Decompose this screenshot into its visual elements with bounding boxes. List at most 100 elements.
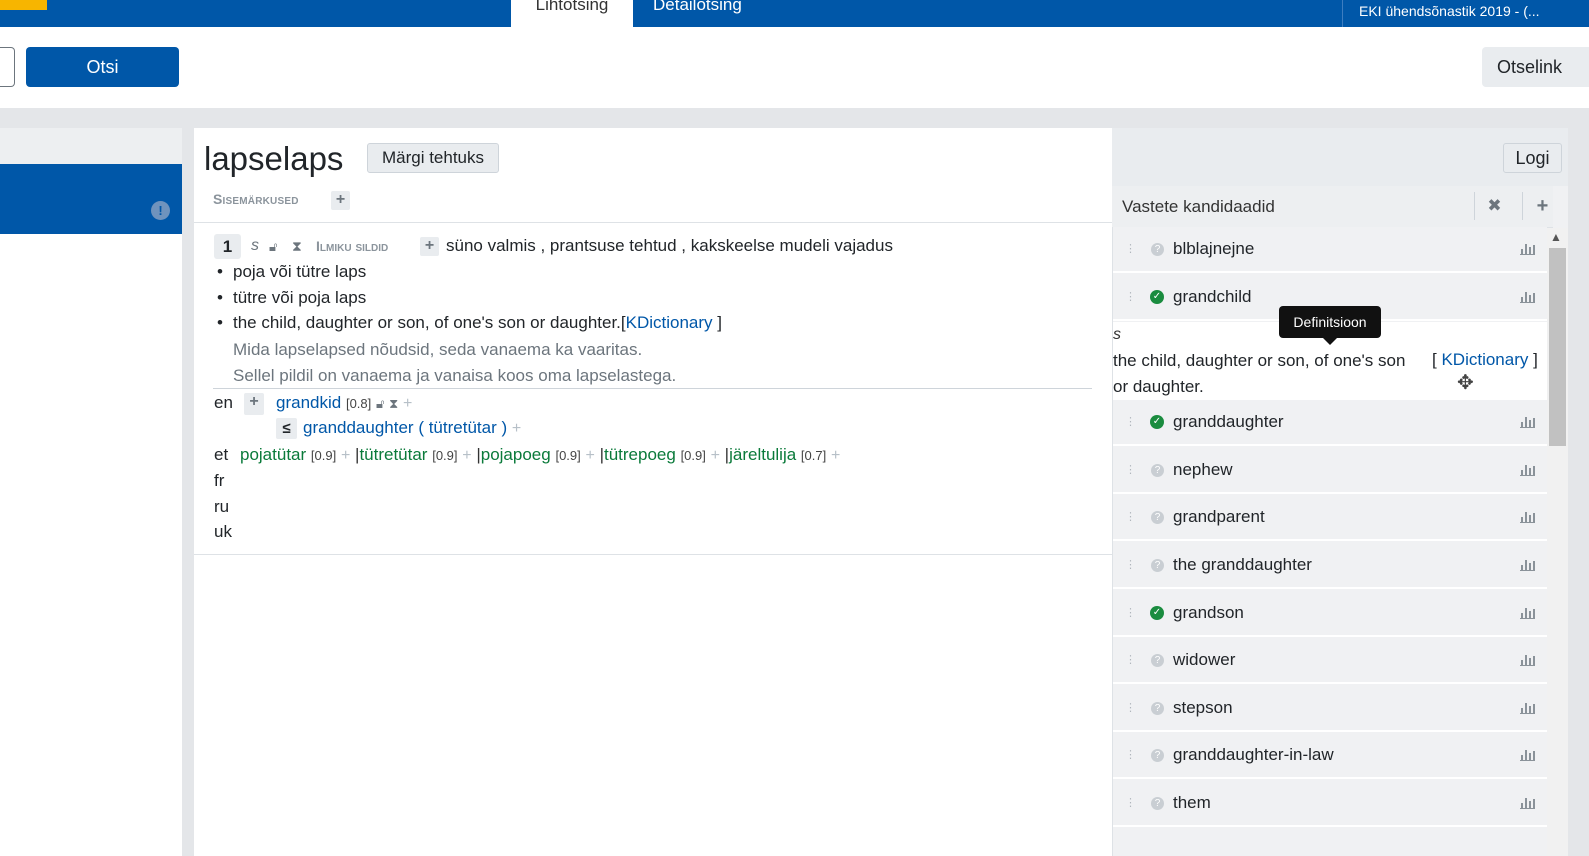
add-plus-icon[interactable]: + <box>711 447 720 464</box>
candidate-row[interactable]: ⋮? blblajnejne <box>1113 227 1547 273</box>
drag-handle-icon[interactable]: ⋮ <box>1125 463 1136 476</box>
lexeme-relation-icon: ≤ <box>276 418 297 439</box>
direct-link-button[interactable]: Otselink <box>1482 47 1589 87</box>
question-circle-icon: ? <box>1151 654 1164 667</box>
unlock-icon[interactable]: 🔓︎ <box>269 239 277 255</box>
candidate-definition: the child, daughter or son, of one's son… <box>1113 351 1406 396</box>
drag-handle-icon[interactable]: ⋮ <box>1125 510 1136 523</box>
synonym-weight: [0.8] <box>345 396 372 411</box>
check-circle-icon: ✓ <box>1150 415 1164 429</box>
candidate-word: the granddaughter <box>1173 555 1312 574</box>
bar-chart-icon[interactable] <box>1520 701 1535 714</box>
candidate-word: grandparent <box>1173 507 1265 526</box>
add-plus-icon[interactable]: + <box>403 395 412 412</box>
candidate-row[interactable]: ⋮ ✓ granddaughter <box>1113 400 1547 446</box>
synonym-weight: [0.9] <box>680 448 706 463</box>
scroll-up-arrow-icon[interactable]: ▲ <box>1550 230 1562 244</box>
bar-chart-icon[interactable] <box>1520 606 1535 619</box>
synonym-en: grandkid [0.8] 🔓︎ ⧗ + <box>276 393 412 413</box>
drag-handle-icon[interactable]: ⋮ <box>1125 653 1136 666</box>
dictionary-selector[interactable]: EKI ühendsõnastik 2019 - (... <box>1342 0 1589 27</box>
move-cursor-icon: ✥ <box>1457 372 1474 394</box>
bar-chart-icon[interactable] <box>1520 558 1535 571</box>
bracket-close: ] <box>1528 350 1538 369</box>
bar-chart-icon[interactable] <box>1520 463 1535 476</box>
candidate-row[interactable]: ⋮? grandparent <box>1113 495 1547 541</box>
headword: lapselaps <box>204 140 344 177</box>
candidate-row[interactable]: ⋮? stepson <box>1113 686 1547 732</box>
drag-handle-icon[interactable]: ⋮ <box>1125 415 1136 428</box>
search-input[interactable] <box>0 47 15 87</box>
plus-icon[interactable]: + <box>1522 192 1562 220</box>
source-link[interactable]: KDictionary <box>626 313 713 332</box>
scrollbar-thumb[interactable] <box>1549 248 1566 446</box>
hourglass-icon[interactable]: ⧗ <box>389 396 398 411</box>
bar-chart-icon[interactable] <box>1520 242 1535 255</box>
bar-chart-icon[interactable] <box>1520 415 1535 428</box>
synonym-link[interactable]: järeltulija <box>729 445 796 464</box>
candidate-word: them <box>1173 793 1211 812</box>
add-plus-icon[interactable]: + <box>831 447 840 464</box>
candidate-row[interactable]: ⋮ ✓ grandson <box>1113 591 1547 637</box>
synonym-link[interactable]: tütretütar <box>429 418 497 437</box>
exclamation-icon: ! <box>151 201 170 220</box>
synonym-link[interactable]: grandkid <box>276 393 341 412</box>
hourglass-icon[interactable]: ⧗ <box>292 238 302 255</box>
candidate-word: granddaughter-in-law <box>1173 745 1334 764</box>
add-plus-icon[interactable]: + <box>585 447 594 464</box>
synonym-link[interactable]: pojatütar <box>240 445 306 464</box>
tags-label: Ilmiku sildid <box>316 238 389 254</box>
bar-chart-icon[interactable] <box>1520 796 1535 809</box>
page-edge <box>1568 128 1589 856</box>
sidebar-item-selected[interactable] <box>0 164 182 234</box>
candidate-word: blblajnejne <box>1173 239 1255 258</box>
mark-done-button[interactable]: Märgi tehtuks <box>367 143 499 173</box>
drag-handle-icon[interactable]: ⋮ <box>1125 290 1136 303</box>
drag-handle-icon[interactable]: ⋮ <box>1125 606 1136 619</box>
divider <box>194 222 1112 223</box>
candidate-row[interactable]: ⋮? the granddaughter <box>1113 543 1547 589</box>
question-circle-icon: ? <box>1151 511 1164 524</box>
drag-handle-icon[interactable]: ⋮ <box>1125 748 1136 761</box>
search-button[interactable]: Otsi <box>26 47 179 87</box>
drag-handle-icon[interactable]: ⋮ <box>1125 558 1136 571</box>
synonym-link[interactable]: tütrepoeg <box>604 445 676 464</box>
bar-chart-icon[interactable] <box>1520 290 1535 303</box>
bar-chart-icon[interactable] <box>1520 510 1535 523</box>
brand-logo[interactable] <box>0 0 47 10</box>
drag-handle-icon[interactable]: ⋮ <box>1125 701 1136 714</box>
add-tag-plus-icon[interactable]: + <box>420 237 439 256</box>
candidate-row[interactable]: ⋮? widower <box>1113 638 1547 684</box>
sidebar-gutter <box>182 128 194 856</box>
add-plus-icon[interactable]: + <box>341 447 350 464</box>
sub-synonym: granddaughter ( tütretütar ) + <box>303 418 521 438</box>
bar-chart-icon[interactable] <box>1520 653 1535 666</box>
add-note-plus-icon[interactable]: + <box>331 191 350 210</box>
source-link[interactable]: KDictionary <box>1441 350 1528 369</box>
divider <box>194 554 1112 555</box>
add-plus-icon[interactable]: + <box>462 447 471 464</box>
candidate-row[interactable]: ⋮? granddaughter-in-law <box>1113 733 1547 779</box>
question-circle-icon: ? <box>1151 797 1164 810</box>
drag-handle-icon[interactable]: ⋮ <box>1125 796 1136 809</box>
log-button[interactable]: Logi <box>1503 143 1562 173</box>
internal-notes-label: Sisemärkused <box>213 191 299 207</box>
add-plus-icon[interactable]: + <box>512 420 521 437</box>
candidate-word: grandson <box>1173 603 1244 622</box>
candidate-row[interactable]: ⋮? nephew <box>1113 448 1547 494</box>
drag-handle-icon[interactable]: ⋮ <box>1125 242 1136 255</box>
tab-detail-search[interactable]: Detailotsing <box>653 0 742 27</box>
synonym-link[interactable]: pojapoeg <box>481 445 551 464</box>
unlock-icon[interactable]: 🔓︎ <box>376 396 384 411</box>
sidebar-header <box>0 128 182 164</box>
close-icon[interactable]: ✖ <box>1474 192 1514 220</box>
definition-text: poja või tütre laps <box>233 262 367 281</box>
tab-simple-search[interactable]: Lihtotsing <box>511 0 633 27</box>
synonym-link[interactable]: tütretütar <box>359 445 427 464</box>
candidate-row[interactable]: ⋮? them <box>1113 781 1547 827</box>
add-synonym-plus-icon[interactable]: + <box>244 393 264 415</box>
check-circle-icon: ✓ <box>1150 606 1164 620</box>
bar-chart-icon[interactable] <box>1520 748 1535 761</box>
usage-example: Sellel pildil on vanaema ja vanaisa koos… <box>233 366 677 385</box>
synonym-link[interactable]: granddaughter <box>303 418 414 437</box>
